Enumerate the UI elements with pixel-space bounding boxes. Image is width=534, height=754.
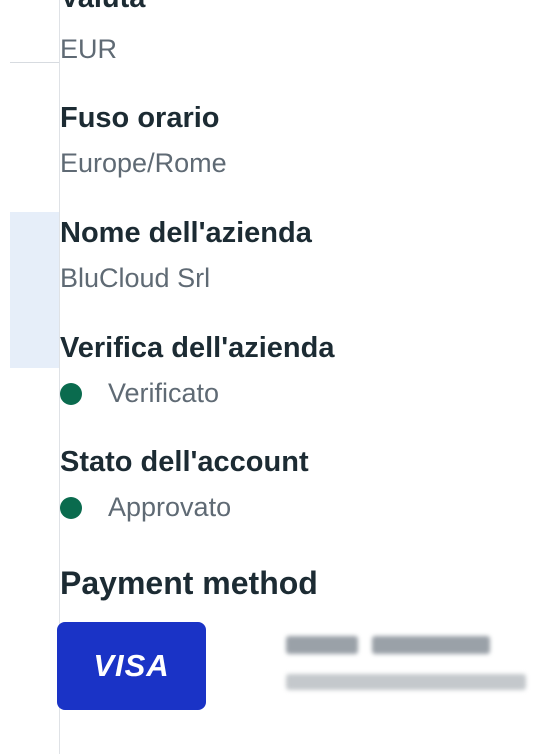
timezone-label: Fuso orario: [60, 102, 220, 134]
redacted-card-number-part-1: [286, 636, 358, 654]
company-name-label: Nome dell'azienda: [60, 217, 312, 249]
redacted-card-expiry: [286, 674, 526, 690]
left-panel-selected-row[interactable]: [10, 212, 59, 368]
account-status-status: Approvato: [60, 492, 231, 523]
timezone-value: Europe/Rome: [60, 148, 227, 178]
company-verification-status: Verificato: [60, 378, 219, 409]
verified-status-dot: [60, 382, 82, 405]
left-panel: [0, 0, 59, 754]
payment-method-title: Payment method: [60, 565, 318, 601]
account-status-label: Stato dell'account: [60, 446, 309, 478]
redacted-card-number-part-2: [372, 636, 490, 654]
currency-value: EUR: [60, 34, 118, 64]
left-panel-divider: [10, 62, 59, 63]
company-verification-label: Verifica dell'azienda: [60, 332, 335, 364]
visa-brand-text: VISA: [93, 648, 170, 683]
approved-status-dot: [60, 496, 82, 519]
currency-label: Valuta: [60, 0, 145, 15]
company-verification-status-text: Verificato: [108, 378, 220, 408]
visa-card-logo: VISA: [57, 622, 206, 710]
account-status-status-text: Approvato: [108, 492, 232, 522]
company-name-value: BluCloud Srl: [60, 263, 211, 293]
